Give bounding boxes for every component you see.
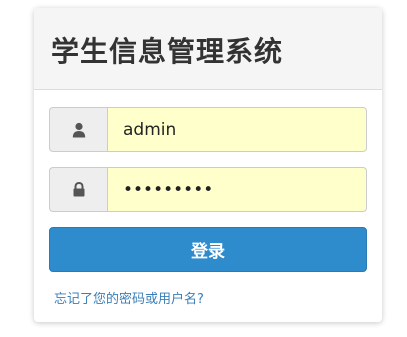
- login-button[interactable]: 登录: [49, 227, 367, 272]
- username-input[interactable]: [107, 107, 367, 152]
- user-icon: [72, 122, 85, 137]
- forgot-password-link[interactable]: 忘记了您的密码或用户名?: [54, 288, 204, 307]
- username-field: [49, 107, 367, 152]
- lock-icon: [73, 182, 84, 197]
- page-title: 学生信息管理系统: [51, 35, 284, 68]
- username-addon: [49, 107, 107, 152]
- login-panel: 学生信息管理系统 登录 忘记了您的密码或用户名?: [34, 8, 382, 322]
- password-input[interactable]: [107, 167, 367, 212]
- password-addon: [49, 167, 107, 212]
- panel-heading: 学生信息管理系统: [34, 8, 382, 90]
- password-field: [49, 167, 367, 212]
